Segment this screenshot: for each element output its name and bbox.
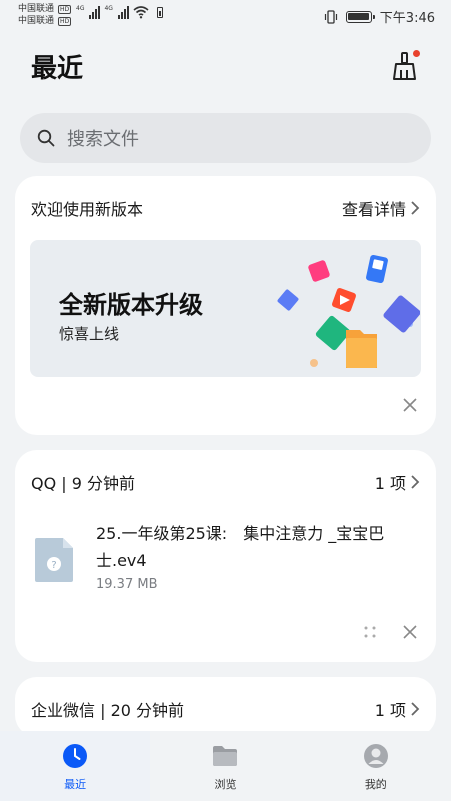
- nav-item-browse[interactable]: 浏览: [150, 731, 300, 801]
- signal-icon: [89, 5, 101, 19]
- welcome-card-title: 欢迎使用新版本: [31, 200, 144, 219]
- qq-card-title: QQ | 9 分钟前: [31, 474, 136, 493]
- network-type: 4G: [104, 5, 113, 12]
- drag-handle-icon[interactable]: [362, 624, 378, 640]
- carrier-name: 中国联通: [18, 4, 55, 14]
- search-placeholder: 搜索文件: [67, 129, 139, 150]
- nav-item-mine[interactable]: 我的: [301, 731, 451, 801]
- bottom-nav: 最近 浏览 我的: [0, 731, 451, 801]
- search-input[interactable]: 搜索文件: [20, 113, 431, 163]
- notification-dot: [413, 50, 420, 57]
- chevron-right-icon: [411, 475, 420, 489]
- unknown-file-icon[interactable]: ?: [33, 536, 77, 584]
- upgrade-banner[interactable]: 全新版本升级 惊喜上线: [30, 240, 421, 377]
- file-size: 19.37 MB: [96, 577, 158, 592]
- battery-saver-icon: [156, 6, 163, 18]
- cleaner-button[interactable]: [390, 50, 422, 82]
- network-type: 4G: [76, 5, 85, 12]
- source-name: QQ: [31, 474, 57, 493]
- view-details-label: 查看详情: [341, 200, 406, 219]
- svg-text:?: ?: [51, 560, 56, 571]
- wework-card-title: 企业微信 | 20 分钟前: [31, 701, 185, 720]
- nav-item-recent[interactable]: 最近: [0, 731, 151, 801]
- carrier-info: 中国联通 HD 中国联通 HD: [18, 3, 72, 27]
- close-icon[interactable]: [400, 622, 420, 642]
- status-bar: 中国联通 HD 中国联通 HD 4G 4G 下午3:46: [0, 0, 451, 34]
- hd-badge: HD: [58, 4, 72, 14]
- status-time: 下午3:46: [379, 11, 435, 26]
- file-types-illustration: [277, 254, 420, 368]
- time-ago: 20 分钟前: [110, 701, 185, 720]
- wework-recent-card: 企业微信 | 20 分钟前 1 项: [15, 677, 436, 737]
- banner-title: 全新版本升级: [59, 291, 203, 319]
- folder-icon: [213, 746, 238, 766]
- battery-icon: [345, 10, 375, 23]
- wework-count-link[interactable]: 1 项: [375, 697, 420, 721]
- qq-recent-card: QQ | 9 分钟前 1 项 ? 25.一年级第25课: 集中注意力 _宝宝巴士…: [15, 450, 436, 662]
- search-icon: [37, 129, 55, 147]
- welcome-card: 欢迎使用新版本 查看详情 全新版本升级 惊喜上线: [15, 176, 436, 435]
- chevron-right-icon: [411, 201, 420, 215]
- view-details-link[interactable]: 查看详情: [342, 196, 420, 220]
- wifi-icon: [133, 6, 149, 19]
- vibrate-icon: [324, 9, 337, 24]
- time-ago: 9 分钟前: [71, 474, 136, 493]
- clock-icon: [63, 744, 88, 768]
- qq-count-link[interactable]: 1 项: [375, 470, 420, 494]
- file-name[interactable]: 25.一年级第25课: 集中注意力 _宝宝巴士.ev4: [96, 520, 406, 574]
- chevron-right-icon: [411, 702, 420, 716]
- nav-label: 我的: [364, 778, 387, 791]
- item-count: 1 项: [374, 474, 406, 493]
- item-count: 1 项: [374, 701, 406, 720]
- page-title: 最近: [31, 54, 84, 84]
- hd-badge: HD: [58, 16, 72, 26]
- banner-subtitle: 惊喜上线: [59, 325, 120, 343]
- signal-icon: [117, 5, 129, 19]
- signal-indicators: 4G 4G: [76, 5, 163, 19]
- nav-label: 浏览: [214, 778, 237, 791]
- carrier-name: 中国联通: [18, 16, 55, 26]
- nav-label: 最近: [64, 778, 87, 791]
- close-icon[interactable]: [400, 395, 420, 415]
- profile-icon: [363, 744, 388, 768]
- source-name: 企业微信: [31, 701, 96, 720]
